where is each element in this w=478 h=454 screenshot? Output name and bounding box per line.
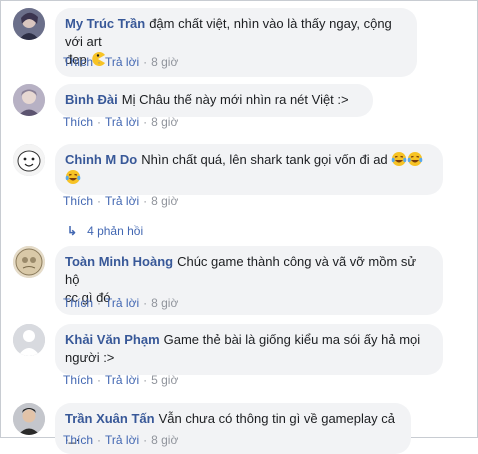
- comment-text: Nhìn chất quá, lên shark tank gọi vốn đi…: [141, 152, 388, 167]
- comment-author[interactable]: Bình Đài: [65, 92, 118, 107]
- comments-panel: My Trúc Trần đậm chất việt, nhìn vào là t…: [0, 0, 478, 454]
- comment-text-cont: người :>: [65, 350, 115, 365]
- comment-actions: Thích · Trả lời · 8 giờ: [63, 433, 179, 447]
- comment-actions: Thích · Trả lời · 8 giờ: [63, 115, 179, 129]
- avatar[interactable]: [13, 403, 45, 435]
- comment-time[interactable]: 8 giờ: [151, 433, 178, 447]
- comment-text: Mị Châu thế này mới nhìn ra nét Việt :>: [121, 92, 349, 107]
- comment-time[interactable]: 8 giờ: [151, 296, 178, 310]
- avatar[interactable]: [13, 8, 45, 40]
- avatar[interactable]: [13, 324, 45, 356]
- comment-bubble: Bình Đài Mị Châu thế này mới nhìn ra nét …: [55, 84, 373, 117]
- comment-author[interactable]: Chinh M Do: [65, 152, 137, 167]
- avatar[interactable]: [13, 84, 45, 116]
- reply-link[interactable]: Trả lời: [105, 433, 139, 447]
- like-link[interactable]: Thích: [63, 373, 93, 387]
- comment-author[interactable]: Toàn Minh Hoàng: [65, 254, 173, 269]
- like-link[interactable]: Thích: [63, 194, 93, 208]
- like-link[interactable]: Thích: [63, 296, 93, 310]
- comment-author[interactable]: My Trúc Trần: [65, 16, 145, 31]
- reply-link[interactable]: Trả lời: [105, 194, 139, 208]
- laughing-tears-emoji-icon: [391, 151, 407, 167]
- avatar[interactable]: [13, 246, 45, 278]
- laughing-tears-emoji-icon: [407, 151, 423, 167]
- like-link[interactable]: Thích: [63, 115, 93, 129]
- avatar[interactable]: [13, 144, 45, 176]
- comment-author[interactable]: Khải Văn Phạm: [65, 332, 160, 347]
- comment-bubble: Khải Văn Phạm Game thẻ bài là giống kiểu …: [55, 324, 443, 375]
- laughing-tears-emoji-icon: [65, 169, 81, 185]
- like-link[interactable]: Thích: [63, 55, 93, 69]
- replies-count[interactable]: 4 phản hồi: [87, 224, 143, 238]
- comment-bubble: Chinh M Do Nhìn chất quá, lên shark tank …: [55, 144, 443, 195]
- comment-time[interactable]: 8 giờ: [151, 55, 178, 69]
- comment-actions: Thích · Trả lời · 8 giờ: [63, 55, 179, 69]
- comment-author[interactable]: Trần Xuân Tấn: [65, 411, 155, 426]
- reply-link[interactable]: Trả lời: [105, 115, 139, 129]
- comment-time[interactable]: 8 giờ: [151, 115, 178, 129]
- comment-text: Game thẻ bài là giống kiểu ma sói ấy hả …: [163, 332, 421, 347]
- reply-link[interactable]: Trả lời: [105, 373, 139, 387]
- comment-time[interactable]: 5 giờ: [151, 373, 178, 387]
- reply-arrow-icon: ↳: [67, 224, 78, 238]
- comment-actions: Thích · Trả lời · 5 giờ: [63, 373, 179, 387]
- comment-actions: Thích · Trả lời · 8 giờ: [63, 194, 179, 208]
- like-link[interactable]: Thích: [63, 433, 93, 447]
- reply-link[interactable]: Trả lời: [105, 55, 139, 69]
- comment-time[interactable]: 8 giờ: [151, 194, 178, 208]
- view-replies-link[interactable]: ↳ 4 phản hồi: [67, 224, 143, 238]
- reply-link[interactable]: Trả lời: [105, 296, 139, 310]
- comment-actions: Thích · Trả lời · 8 giờ: [63, 296, 179, 310]
